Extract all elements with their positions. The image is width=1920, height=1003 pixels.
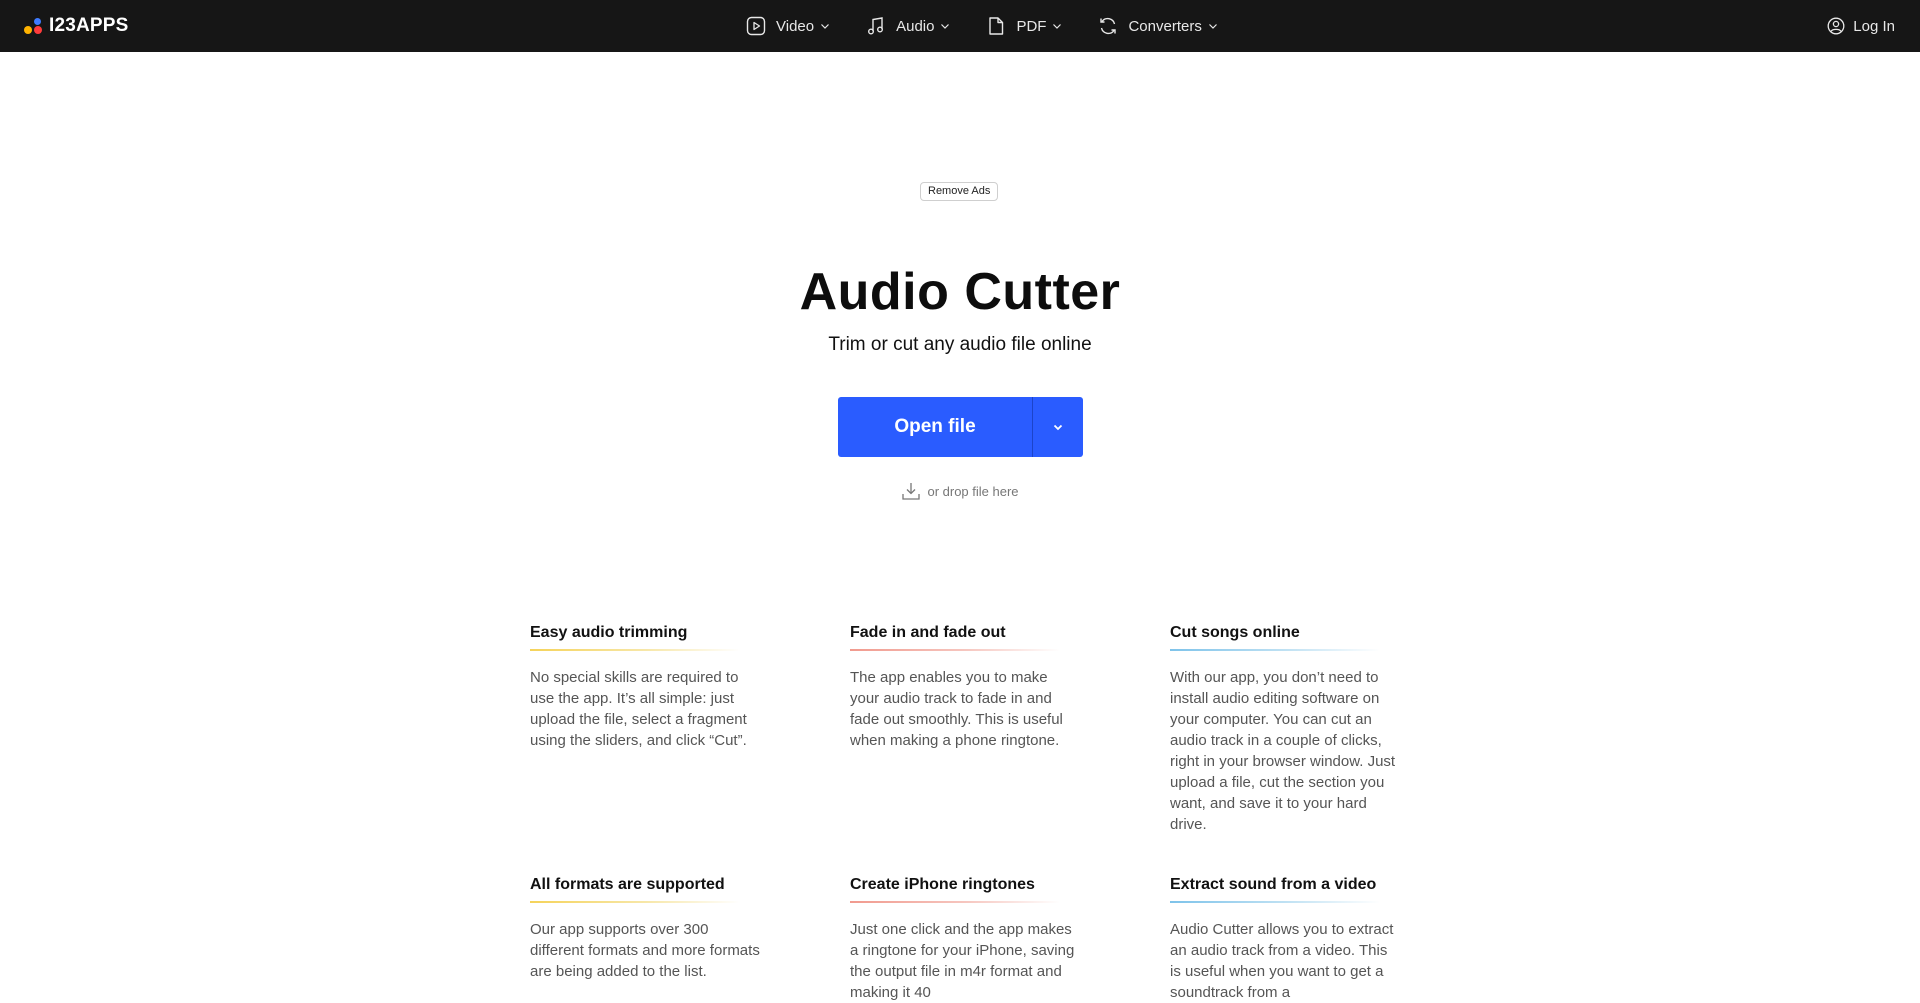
- feature-title: Fade in and fade out: [850, 624, 1006, 641]
- chevron-down-icon: [1053, 24, 1062, 29]
- feature-text: The app enables you to make your audio t…: [850, 669, 1063, 749]
- remove-ads-button[interactable]: Remove Ads: [920, 182, 999, 201]
- feature-title: Easy audio trimming: [530, 624, 688, 641]
- feature-text: With our app, you don’t need to install …: [1170, 669, 1396, 833]
- nav-item-pdf[interactable]: PDF: [986, 16, 1062, 36]
- nav-item-label: Video: [776, 17, 815, 35]
- chevron-down-icon: [941, 24, 950, 29]
- document-icon: [989, 17, 1004, 35]
- feature-text: Our app supports over 300 different form…: [530, 921, 760, 980]
- page-subtitle: Trim or cut any audio file online: [828, 334, 1092, 355]
- feature-underline: [1170, 649, 1380, 651]
- feature-card: Fade in and fade out The app enables you…: [850, 624, 1080, 751]
- chevron-down-icon: [821, 24, 830, 29]
- feature-underline: [850, 901, 1060, 903]
- nav-item-audio[interactable]: Audio: [866, 16, 950, 36]
- user-circle-icon: [1827, 17, 1845, 35]
- nav-item-video[interactable]: Video: [746, 16, 830, 36]
- download-icon: [902, 483, 921, 500]
- app-logo[interactable]: I23APPS: [23, 15, 129, 37]
- feature-text: Audio Cutter allows you to extract an au…: [1170, 921, 1394, 1001]
- chevron-down-icon: [1208, 24, 1217, 29]
- nav-item-label: Audio: [896, 17, 935, 35]
- feature-underline: [530, 649, 740, 651]
- open-file-options-button[interactable]: [1033, 397, 1083, 457]
- feature-title: Extract sound from a video: [1170, 876, 1377, 893]
- feature-card: Easy audio trimming No special skills ar…: [530, 624, 760, 751]
- logo-text: I23APPS: [49, 15, 129, 36]
- feature-card: All formats are supported Our app suppor…: [530, 876, 760, 982]
- open-file-button[interactable]: Open file: [838, 397, 1032, 457]
- feature-card: Extract sound from a video Audio Cutter …: [1170, 876, 1400, 1003]
- drop-hint-text: or drop file here: [927, 483, 1019, 499]
- page-title: Audio Cutter: [799, 263, 1121, 321]
- feature-title: All formats are supported: [530, 876, 725, 893]
- feature-underline: [530, 901, 740, 903]
- music-note-icon: [868, 17, 884, 35]
- login-button[interactable]: Log In: [1827, 0, 1895, 52]
- feature-text: Just one click and the app makes a ringt…: [850, 921, 1075, 1001]
- open-file-split-button: Open file: [838, 397, 1083, 457]
- nav-item-converters[interactable]: Converters: [1098, 16, 1217, 36]
- video-icon: [746, 16, 766, 36]
- refresh-icon: [1100, 17, 1117, 35]
- feature-text: No special skills are required to use th…: [530, 669, 747, 749]
- chevron-down-icon: [1053, 424, 1063, 431]
- feature-title: Create iPhone ringtones: [850, 876, 1035, 893]
- feature-card: Cut songs online With our app, you don’t…: [1170, 624, 1400, 835]
- top-navbar: I23APPS Video Audio PDF Converters Log I…: [0, 0, 1920, 52]
- login-label: Log In: [1853, 17, 1895, 35]
- feature-underline: [850, 649, 1060, 651]
- feature-card: Create iPhone ringtones Just one click a…: [850, 876, 1080, 1003]
- feature-underline: [1170, 901, 1380, 903]
- drop-zone-hint: or drop file here: [0, 481, 1920, 501]
- logo-dots-icon: [23, 17, 43, 35]
- nav-item-label: Converters: [1128, 17, 1202, 35]
- nav-item-label: PDF: [1016, 17, 1047, 35]
- main-nav: Video Audio PDF Converters: [746, 0, 1254, 52]
- feature-title: Cut songs online: [1170, 624, 1300, 641]
